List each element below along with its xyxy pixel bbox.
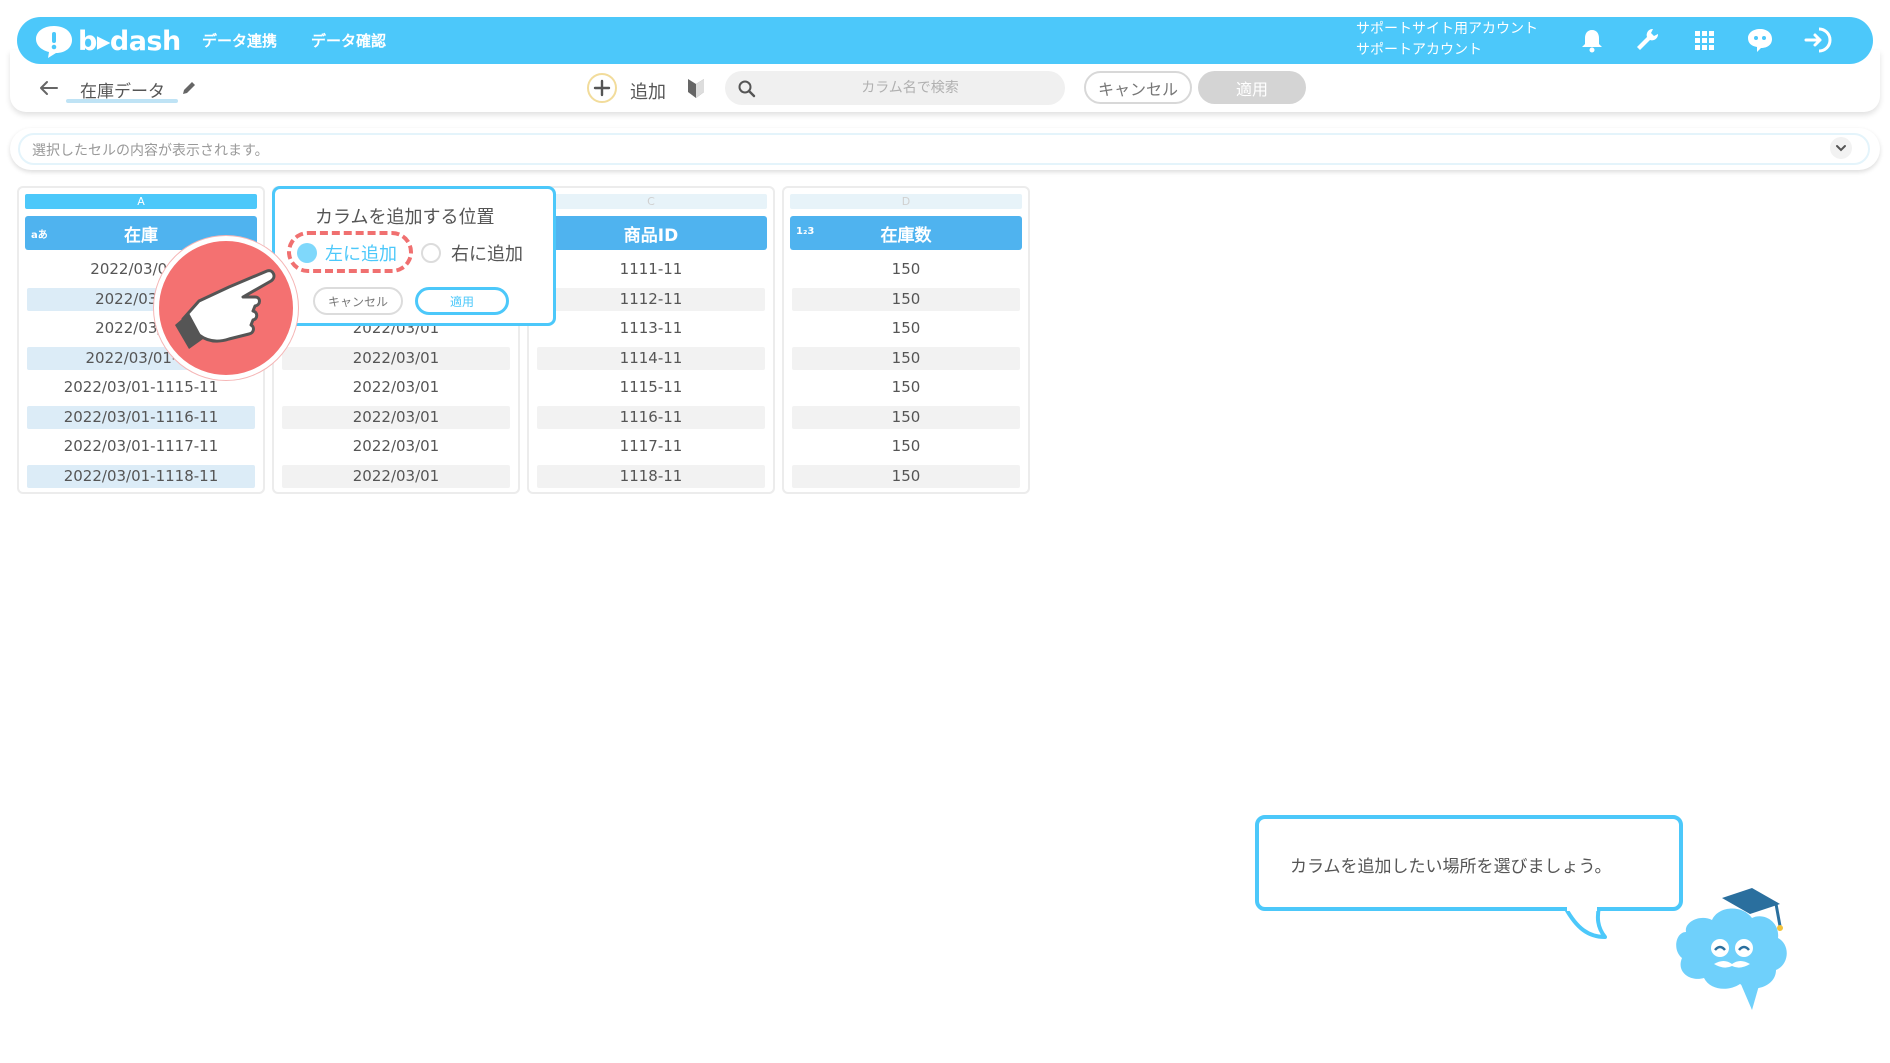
logo-icon — [36, 26, 72, 58]
type-badge: aあ — [31, 230, 48, 241]
column-letter[interactable]: D — [790, 194, 1022, 209]
table-cell[interactable]: 1118-11 — [537, 465, 765, 488]
top-bar: b▸dash データ連携 データ確認 サポートサイト用アカウント サポートアカウ… — [17, 17, 1873, 64]
guide-message: カラムを追加したい場所を選びましょう。 — [1290, 857, 1612, 877]
table-cell[interactable]: 150 — [792, 465, 1020, 488]
pointing-hand-icon — [175, 269, 276, 349]
table-cell[interactable]: 1114-11 — [537, 347, 765, 370]
sheet-title-underline — [66, 99, 178, 103]
cell-content-field[interactable] — [18, 133, 1870, 165]
chevron-down-icon — [1836, 145, 1846, 152]
popover-title: カラムを追加する位置 — [315, 207, 495, 228]
table-cell[interactable]: 2022/03/01-1118-11 — [27, 465, 255, 488]
add-column-popover: カラムを追加する位置 左に追加 右に追加 キャンセル 適用 — [272, 186, 556, 326]
logo-text: b▸dash — [78, 25, 181, 57]
table-cell[interactable]: 150 — [792, 435, 1020, 458]
table-cell[interactable]: 1111-11 — [537, 258, 765, 281]
nav-data-link[interactable]: データ連携 — [202, 30, 277, 51]
toolbar-apply-button[interactable]: 適用 — [1198, 71, 1306, 104]
table-cell[interactable]: 1116-11 — [537, 406, 765, 429]
column-header[interactable]: 1₂3 在庫数 — [790, 216, 1022, 250]
table-cell[interactable]: 1117-11 — [537, 435, 765, 458]
table-cell[interactable]: 150 — [792, 288, 1020, 311]
search-icon — [738, 80, 756, 98]
highlight-ring — [287, 231, 413, 273]
column-letter[interactable]: C — [535, 194, 767, 209]
add-label[interactable]: 追加 — [630, 78, 666, 104]
table-cell[interactable]: 2022/03/01 — [282, 465, 510, 488]
popover-cancel-button[interactable]: キャンセル — [313, 287, 403, 315]
table-cell[interactable]: 2022/03/01 — [282, 376, 510, 399]
account-name: サポートアカウント — [1356, 42, 1482, 58]
tutorial-pointer — [154, 236, 298, 380]
table-cell[interactable]: 150 — [792, 258, 1020, 281]
expand-button[interactable] — [1830, 137, 1852, 159]
column-d[interactable]: D 1₂3 在庫数 150 150 150 150 150 150 150 15… — [782, 186, 1030, 494]
table-cell[interactable]: 150 — [792, 317, 1020, 340]
table-cell[interactable]: 150 — [792, 376, 1020, 399]
table-cell[interactable]: 2022/03/01-1116-11 — [27, 406, 255, 429]
radio-add-right[interactable] — [421, 243, 441, 263]
plus-icon — [593, 79, 611, 97]
radio-add-right-label[interactable]: 右に追加 — [451, 240, 523, 266]
popover-apply-button[interactable]: 適用 — [415, 287, 509, 315]
table-cell[interactable]: 2022/03/01 — [282, 347, 510, 370]
cell-content-placeholder: 選択したセルの内容が表示されます。 — [32, 143, 269, 159]
account-site: サポートサイト用アカウント — [1356, 21, 1538, 37]
table-cell[interactable]: 2022/03/01 — [282, 406, 510, 429]
table-cell[interactable]: 2022/03/01-1117-11 — [27, 435, 255, 458]
logo[interactable]: b▸dash — [34, 22, 181, 60]
logout-icon[interactable] — [1802, 25, 1832, 55]
column-c[interactable]: C 商品ID 1111-11 1112-11 1113-11 1114-11 1… — [527, 186, 775, 494]
table-cell[interactable]: 1115-11 — [537, 376, 765, 399]
bubble-tail — [1563, 907, 1607, 939]
table-cell[interactable]: 150 — [792, 406, 1020, 429]
account-info[interactable]: サポートサイト用アカウント サポートアカウント — [1356, 19, 1538, 61]
beginner-mark-icon[interactable] — [686, 76, 706, 100]
brain-icon[interactable] — [1745, 25, 1775, 55]
wrench-icon[interactable] — [1632, 25, 1662, 55]
type-badge: 1₂3 — [796, 226, 815, 237]
column-letter[interactable]: A — [25, 194, 257, 209]
grid-icon[interactable] — [1689, 25, 1719, 55]
table-cell[interactable]: 150 — [792, 347, 1020, 370]
column-header-label: 在庫数 — [880, 225, 932, 246]
toolbar-cancel-button[interactable]: キャンセル — [1084, 71, 1192, 104]
column-header-label: 商品ID — [623, 225, 679, 246]
nav-data-check[interactable]: データ確認 — [311, 30, 386, 51]
mascot-icon — [1676, 888, 1787, 1010]
add-column-button[interactable] — [587, 73, 617, 103]
table-cell[interactable]: 2022/03/01 — [282, 435, 510, 458]
pencil-icon[interactable] — [180, 79, 198, 97]
table-cell[interactable]: 1113-11 — [537, 317, 765, 340]
search-input[interactable] — [770, 71, 1050, 105]
column-header[interactable]: 商品ID — [535, 216, 767, 250]
column-header-label: 在庫 — [124, 225, 158, 246]
bell-icon[interactable] — [1577, 25, 1607, 55]
table-cell[interactable]: 1112-11 — [537, 288, 765, 311]
back-arrow-icon[interactable] — [37, 78, 59, 98]
